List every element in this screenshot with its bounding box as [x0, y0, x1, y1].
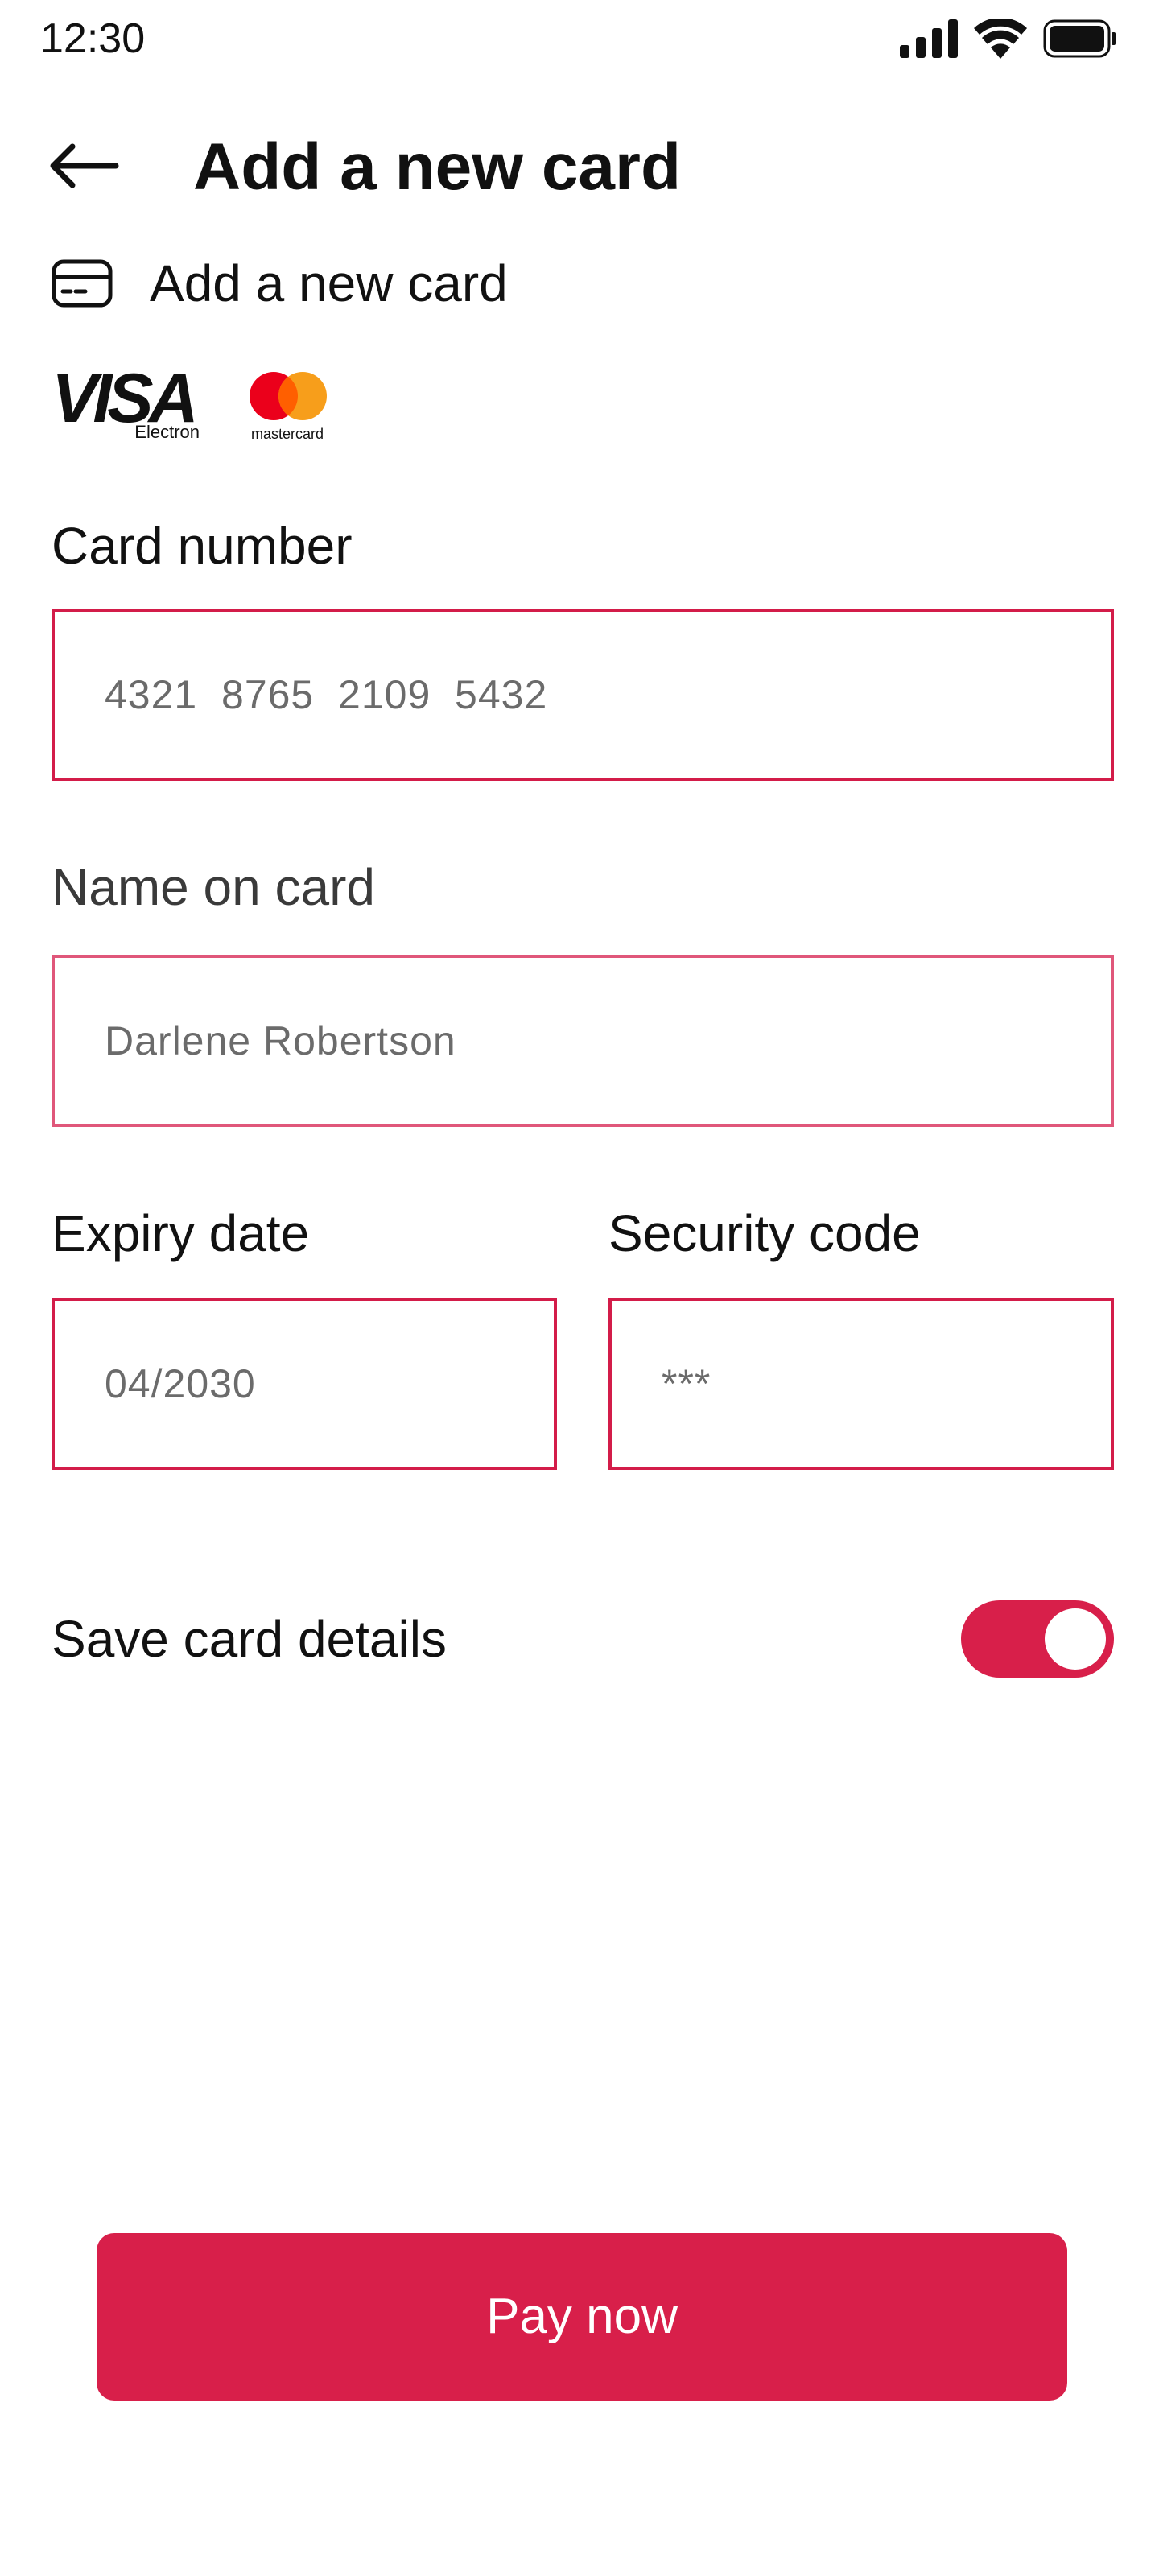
section-title: Add a new card [150, 254, 508, 312]
status-time: 12:30 [40, 15, 146, 62]
back-button[interactable] [48, 135, 126, 200]
status-icons [900, 17, 1117, 63]
toggle-knob [1045, 1608, 1106, 1670]
page-title: Add a new card [193, 130, 682, 204]
pay-now-button[interactable]: Pay now [97, 2233, 1067, 2401]
mastercard-wordmark: mastercard [250, 426, 324, 442]
expiry-date-label: Expiry date [52, 1204, 310, 1262]
pay-now-label: Pay now [486, 2289, 678, 2344]
section-heading: Add a new card [52, 251, 508, 316]
name-on-card-label: Name on card [52, 858, 375, 916]
name-on-card-value: Darlene Robertson [105, 1018, 456, 1063]
mastercard-circles [250, 372, 327, 420]
status-bar: 12:30 [0, 0, 1159, 77]
expiry-date-input[interactable]: 04/2030 [52, 1298, 557, 1470]
credit-card-icon [52, 258, 114, 309]
card-number-input[interactable]: 4321 8765 2109 5432 [52, 609, 1114, 781]
card-brand-logos: VISA Electron mastercard [52, 364, 332, 444]
save-card-label: Save card details [52, 1610, 447, 1668]
security-code-value: *** [662, 1361, 711, 1406]
mastercard-logo: mastercard [243, 364, 332, 444]
expiry-date-value: 04/2030 [105, 1361, 256, 1406]
visa-electron-logo: VISA Electron [52, 364, 200, 444]
security-code-input[interactable]: *** [608, 1298, 1114, 1470]
save-card-toggle[interactable] [961, 1600, 1114, 1678]
visa-electron-label: Electron [134, 422, 200, 442]
name-on-card-input[interactable]: Darlene Robertson [52, 955, 1114, 1127]
arrow-left-icon [48, 140, 119, 196]
card-number-value: 4321 8765 2109 5432 [105, 672, 548, 717]
wifi-icon [974, 17, 1027, 63]
signal-icon [900, 19, 958, 62]
card-number-label: Card number [52, 517, 353, 575]
battery-icon [1043, 19, 1117, 62]
security-code-label: Security code [608, 1204, 921, 1262]
